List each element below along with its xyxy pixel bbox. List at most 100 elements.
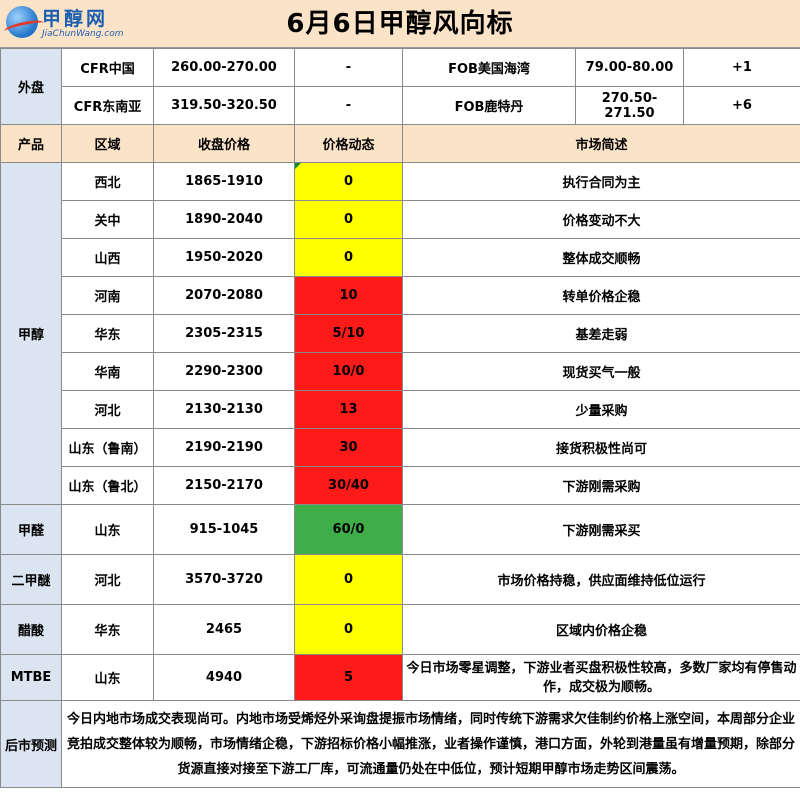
change-cell: 0 <box>294 200 403 239</box>
change-cell: 13 <box>294 390 403 429</box>
section-label-product: MTBE <box>0 654 62 701</box>
external-price: 270.50-271.50 <box>575 86 684 125</box>
section-label-external: 外盘 <box>0 48 62 125</box>
methanol-row: 甲醇 西北 1865-1910 0 执行合同为主 <box>0 162 800 505</box>
external-name: FOB鹿特丹 <box>402 86 576 125</box>
section-label-product: 甲醛 <box>0 504 62 555</box>
product-row: MTBE 山东 4940 5 今日市场零星调整，下游业者买盘积极性较高，多数厂家… <box>0 654 800 701</box>
price-cell: 2305-2315 <box>153 314 295 353</box>
market-note: 今日市场零星调整，下游业者买盘积极性较高，多数厂家均有停售动作，成交极为顺畅。 <box>402 654 800 701</box>
product-row: 醋酸 华东 2465 0 区域内价格企稳 <box>0 604 800 655</box>
external-change: +1 <box>683 48 800 87</box>
price-cell: 3570-3720 <box>153 554 295 605</box>
change-cell: 30/40 <box>294 466 403 505</box>
header-region: 区域 <box>61 124 154 163</box>
section-label-forecast: 后市预测 <box>0 700 62 788</box>
external-name: CFR东南亚 <box>61 86 154 125</box>
change-cell: 0 <box>294 554 403 605</box>
market-note: 区域内价格企稳 <box>402 604 800 655</box>
external-price: 260.00-270.00 <box>153 48 295 87</box>
external-name: FOB美国海湾 <box>402 48 576 87</box>
region-cell: 华南 <box>61 352 154 391</box>
price-cell: 2190-2190 <box>153 428 295 467</box>
price-cell: 2130-2130 <box>153 390 295 429</box>
change-cell: 10 <box>294 276 403 315</box>
methanol-row: 山东（鲁南） 2190-2190 30 接货积极性尚可 <box>1 428 800 467</box>
methanol-row: 华东 2305-2315 5/10 基差走弱 <box>1 314 800 353</box>
price-cell: 1890-2040 <box>153 200 295 239</box>
region-cell: 西北 <box>61 162 154 201</box>
change-cell: 0 <box>294 238 403 277</box>
price-cell: 915-1045 <box>153 504 295 555</box>
external-name: CFR中国 <box>61 48 154 87</box>
external-price: 319.50-320.50 <box>153 86 295 125</box>
change-cell: 60/0 <box>294 504 403 555</box>
section-label-product: 醋酸 <box>0 604 62 655</box>
price-cell: 1950-2020 <box>153 238 295 277</box>
methanol-row: 河南 2070-2080 10 转单价格企稳 <box>1 276 800 315</box>
region-cell: 山东（鲁北） <box>61 466 154 505</box>
header-price-dynamic: 价格动态 <box>294 124 403 163</box>
comment-marker-icon <box>295 163 301 169</box>
forecast-row: 后市预测 今日内地市场成交表现尚可。内地市场受烯烃外采询盘提振市场情绪，同时传统… <box>0 700 800 788</box>
product-row: 二甲醚 河北 3570-3720 0 市场价格持稳，供应面维持低位运行 <box>0 554 800 605</box>
region-cell: 河北 <box>61 554 154 605</box>
market-note: 转单价格企稳 <box>402 276 800 315</box>
section-label-methanol: 甲醇 <box>0 162 62 505</box>
market-note: 下游刚需采购 <box>402 466 800 505</box>
price-cell: 2290-2300 <box>153 352 295 391</box>
product-row: 甲醛 山东 915-1045 60/0 下游刚需采买 <box>0 504 800 555</box>
market-note: 市场价格持稳，供应面维持低位运行 <box>402 554 800 605</box>
external-row: CFR东南亚 319.50-320.50 - FOB鹿特丹 270.50-271… <box>1 86 800 125</box>
market-note: 下游刚需采买 <box>402 504 800 555</box>
market-note: 整体成交顺畅 <box>402 238 800 277</box>
region-cell: 山西 <box>61 238 154 277</box>
change-cell: 5/10 <box>294 314 403 353</box>
region-cell: 山东 <box>61 654 154 701</box>
region-cell: 河北 <box>61 390 154 429</box>
region-cell: 山东（鲁南） <box>61 428 154 467</box>
region-cell: 山东 <box>61 504 154 555</box>
region-cell: 华东 <box>61 604 154 655</box>
methanol-row: 河北 2130-2130 13 少量采购 <box>1 390 800 429</box>
market-note: 基差走弱 <box>402 314 800 353</box>
external-row: 外盘 CFR中国 260.00-270.00 - FOB美国海湾 79.00-8… <box>0 48 800 125</box>
page-title: 6月6日甲醇风向标 <box>286 9 514 39</box>
methanol-row: 山东（鲁北） 2150-2170 30/40 下游刚需采购 <box>1 466 800 505</box>
title-bar: 甲醇网 JiaChunWang.com 6月6日甲醇风向标 <box>0 0 800 48</box>
external-change: +6 <box>683 86 800 125</box>
price-cell: 2150-2170 <box>153 466 295 505</box>
header-close-price: 收盘价格 <box>153 124 295 163</box>
price-cell: 2465 <box>153 604 295 655</box>
external-change: - <box>294 86 403 125</box>
change-cell: 0 <box>294 604 403 655</box>
market-note: 少量采购 <box>402 390 800 429</box>
forecast-text: 今日内地市场成交表现尚可。内地市场受烯烃外采询盘提振市场情绪，同时传统下游需求欠… <box>61 700 800 788</box>
market-note: 价格变动不大 <box>402 200 800 239</box>
header-product: 产品 <box>0 124 62 163</box>
external-price: 79.00-80.00 <box>575 48 684 87</box>
methanol-row: 关中 1890-2040 0 价格变动不大 <box>1 200 800 239</box>
header-market-summary: 市场简述 <box>402 124 800 163</box>
change-cell: 5 <box>294 654 403 701</box>
region-cell: 关中 <box>61 200 154 239</box>
market-note: 执行合同为主 <box>402 162 800 201</box>
change-cell: 10/0 <box>294 352 403 391</box>
region-cell: 河南 <box>61 276 154 315</box>
price-cell: 1865-1910 <box>153 162 295 201</box>
methanol-row: 山西 1950-2020 0 整体成交顺畅 <box>1 238 800 277</box>
indicator-table: 外盘 CFR中国 260.00-270.00 - FOB美国海湾 79.00-8… <box>0 48 800 788</box>
change-cell: 0 <box>294 162 403 201</box>
price-cell: 4940 <box>153 654 295 701</box>
methanol-indicator-sheet: 甲醇网 JiaChunWang.com 6月6日甲醇风向标 外盘 CFR中国 2… <box>0 0 800 797</box>
external-change: - <box>294 48 403 87</box>
section-label-product: 二甲醚 <box>0 554 62 605</box>
price-cell: 2070-2080 <box>153 276 295 315</box>
market-note: 现货买气一般 <box>402 352 800 391</box>
change-cell: 30 <box>294 428 403 467</box>
region-cell: 华东 <box>61 314 154 353</box>
table-header-row: 产品 区域 收盘价格 价格动态 市场简述 <box>0 124 800 163</box>
methanol-row: 华南 2290-2300 10/0 现货买气一般 <box>1 352 800 391</box>
change-value: 0 <box>343 174 354 189</box>
market-note: 接货积极性尚可 <box>402 428 800 467</box>
